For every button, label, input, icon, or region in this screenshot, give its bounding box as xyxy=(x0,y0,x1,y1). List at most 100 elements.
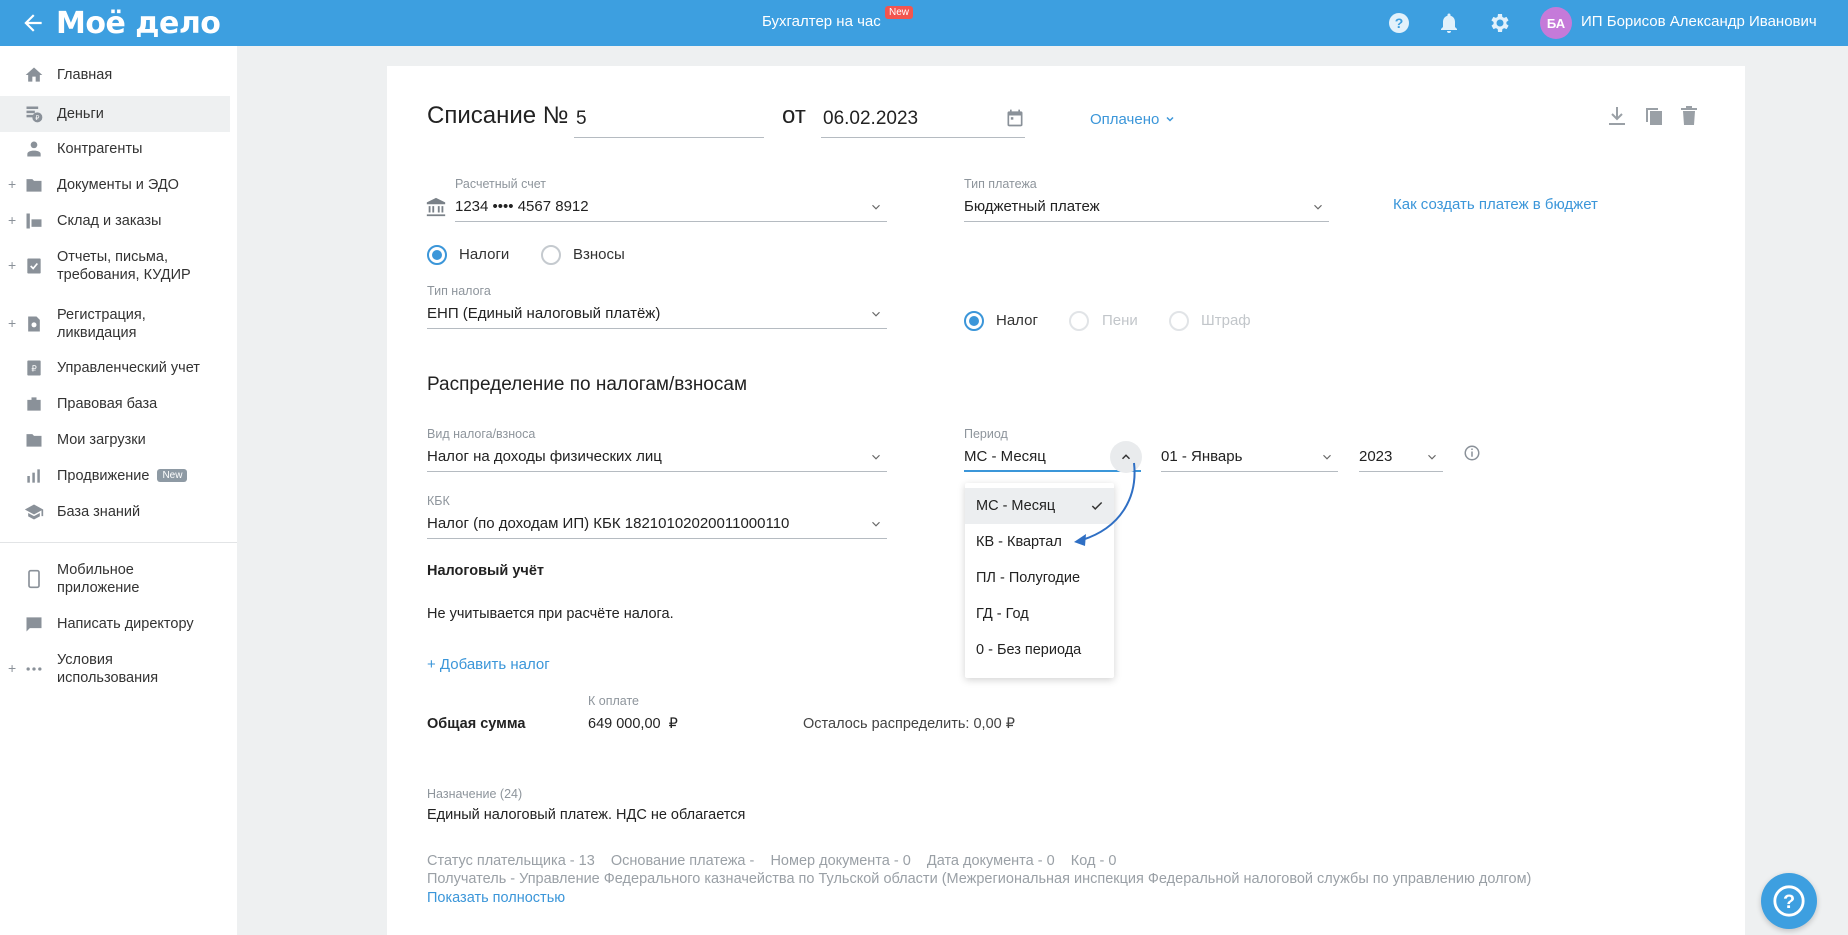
sidebar-item-legal[interactable]: Правовая база xyxy=(0,392,230,416)
to-pay-label: К оплате xyxy=(588,694,639,708)
purpose-value[interactable]: Единый налоговый платеж. НДС не облагает… xyxy=(427,807,745,823)
date-field[interactable]: 06.02.2023 xyxy=(821,100,1025,138)
svg-text:₽: ₽ xyxy=(35,114,40,122)
expand-icon[interactable]: + xyxy=(8,257,16,273)
sidebar-item-management[interactable]: ₽ Управленческий учет xyxy=(0,356,230,380)
sidebar-item-reports[interactable]: + Отчеты, письма, требования, КУДИР xyxy=(0,246,230,286)
sidebar-item-label: Мобильное приложение xyxy=(57,562,140,596)
copy-icon[interactable] xyxy=(1642,104,1666,128)
radio-tax[interactable] xyxy=(964,311,984,331)
sidebar-item-label: Продвижение New xyxy=(57,467,188,485)
sidebar-item-label: Контрагенты xyxy=(57,141,143,157)
payment-type-select[interactable]: Бюджетный платеж xyxy=(964,192,1329,222)
calendar-icon[interactable] xyxy=(1005,108,1025,128)
sidebar-item-downloads[interactable]: Мои загрузки xyxy=(0,428,230,452)
radio-fine xyxy=(1169,311,1189,331)
chevron-down-icon xyxy=(872,204,880,210)
back-arrow-icon[interactable] xyxy=(20,10,46,36)
account-select[interactable]: 1234 •••• 4567 8912 xyxy=(455,192,887,222)
bell-icon[interactable] xyxy=(1437,11,1461,35)
sidebar-item-warehouse[interactable]: + Склад и заказы xyxy=(0,209,230,233)
accountant-hour-link[interactable]: Бухгалтер на час xyxy=(762,13,881,30)
sidebar-item-label: Управленческий учет xyxy=(57,360,200,376)
info-icon[interactable] xyxy=(1463,444,1481,462)
sidebar-divider xyxy=(0,542,237,543)
chevron-down-icon xyxy=(1314,204,1322,210)
kind-select[interactable]: Налог на доходы физических лиц xyxy=(427,442,887,472)
help-icon[interactable]: ? xyxy=(1387,11,1411,35)
sidebar-item-home[interactable]: Главная xyxy=(0,63,230,87)
expand-icon[interactable]: + xyxy=(8,660,16,676)
new-badge: New xyxy=(157,469,188,482)
logo[interactable]: Моё дело xyxy=(56,6,221,41)
help-chat-button[interactable]: ? xyxy=(1761,873,1817,929)
month-select[interactable]: 01 - Январь xyxy=(1161,442,1338,472)
payment-details: Статус плательщика - 13 Основание платеж… xyxy=(427,853,1117,869)
sidebar-item-label: Правовая база xyxy=(57,396,158,412)
reports-icon xyxy=(27,258,41,274)
top-bar: Моё дело Бухгалтер на час New ? БА ИП Бо… xyxy=(0,0,1848,46)
account-label: Расчетный счет xyxy=(455,177,546,191)
sidebar-item-promotion[interactable]: Продвижение New xyxy=(0,464,230,488)
more-icon xyxy=(26,667,42,671)
tax-type-select[interactable]: ЕНП (Единый налоговый платёж) xyxy=(427,299,887,329)
kbk-select[interactable]: Налог (по доходам ИП) КБК 18210102020011… xyxy=(427,509,887,539)
sidebar-item-label: Регистрация, ликвидация xyxy=(57,307,146,341)
kbk-label: КБК xyxy=(427,494,450,508)
radio-penalty xyxy=(1069,311,1089,331)
status-dropdown[interactable]: Оплачено xyxy=(1090,111,1176,128)
promotion-icon xyxy=(27,469,40,483)
sidebar-item-label: Написать директору xyxy=(57,616,194,632)
folder-icon xyxy=(26,179,42,192)
sidebar-item-money[interactable]: ₽ Деньги xyxy=(0,96,230,132)
year-select[interactable]: 2023 xyxy=(1359,442,1443,472)
registration-icon xyxy=(28,316,40,332)
sidebar-item-knowledge[interactable]: База знаний xyxy=(0,500,230,524)
budget-help-link[interactable]: Как создать платеж в бюджет xyxy=(1393,196,1598,213)
radio-taxes[interactable] xyxy=(427,245,447,265)
remaining-amount: Осталось распределить: 0,00 ₽ xyxy=(803,716,1015,732)
sidebar-item-write-director[interactable]: Написать директору xyxy=(0,612,230,636)
avatar[interactable]: БА xyxy=(1540,7,1572,39)
chevron-down-icon xyxy=(1165,116,1174,122)
tax-type-label: Тип налога xyxy=(427,284,491,298)
sidebar-item-label: Условия использования xyxy=(57,652,159,686)
radio-penalty-label: Пени xyxy=(1102,312,1138,329)
expand-icon[interactable]: + xyxy=(8,315,16,331)
show-full-link[interactable]: Показать полностью xyxy=(427,890,565,906)
sidebar-item-terms[interactable]: + Условия использования xyxy=(0,649,230,689)
number-field[interactable]: 5 xyxy=(574,100,764,138)
expand-icon[interactable]: + xyxy=(8,176,16,192)
svg-text:?: ? xyxy=(1395,15,1404,31)
chevron-down-icon xyxy=(872,454,880,460)
radio-contributions-label[interactable]: Взносы xyxy=(573,246,625,263)
period-option[interactable]: ПЛ - Полугодие xyxy=(965,560,1114,596)
chevron-down-icon xyxy=(1428,454,1436,460)
sidebar-item-registration[interactable]: + Регистрация, ликвидация xyxy=(0,304,230,344)
from-label: от xyxy=(782,102,806,129)
sidebar-item-documents[interactable]: + Документы и ЭДО xyxy=(0,173,230,197)
chevron-down-icon xyxy=(872,521,880,527)
expand-icon[interactable]: + xyxy=(8,212,16,228)
add-tax-link[interactable]: + Добавить налог xyxy=(427,656,550,673)
user-name[interactable]: ИП Борисов Александр Иванович xyxy=(1581,13,1817,30)
sidebar-item-contractors[interactable]: Контрагенты xyxy=(0,137,230,161)
money-icon: ₽ xyxy=(26,106,43,123)
trash-icon[interactable] xyxy=(1677,104,1701,128)
sidebar-item-mobile[interactable]: Мобильное приложение xyxy=(0,559,230,599)
sidebar-item-label: Склад и заказы xyxy=(57,213,162,229)
radio-taxes-label[interactable]: Налоги xyxy=(459,246,509,263)
period-option[interactable]: 0 - Без периода xyxy=(965,632,1114,668)
management-icon: ₽ xyxy=(27,360,41,376)
knowledge-icon xyxy=(24,504,44,520)
downloads-icon xyxy=(26,434,42,447)
radio-tax-label[interactable]: Налог xyxy=(996,312,1038,329)
radio-contributions[interactable] xyxy=(541,245,561,265)
svg-text:₽: ₽ xyxy=(31,363,36,373)
gear-icon[interactable] xyxy=(1487,11,1511,35)
home-icon xyxy=(25,67,43,82)
total-amount: 649 000,00 ₽ xyxy=(588,716,678,732)
question-icon: ? xyxy=(1773,885,1805,917)
download-icon[interactable] xyxy=(1605,104,1629,128)
period-option[interactable]: ГД - Год xyxy=(965,596,1114,632)
